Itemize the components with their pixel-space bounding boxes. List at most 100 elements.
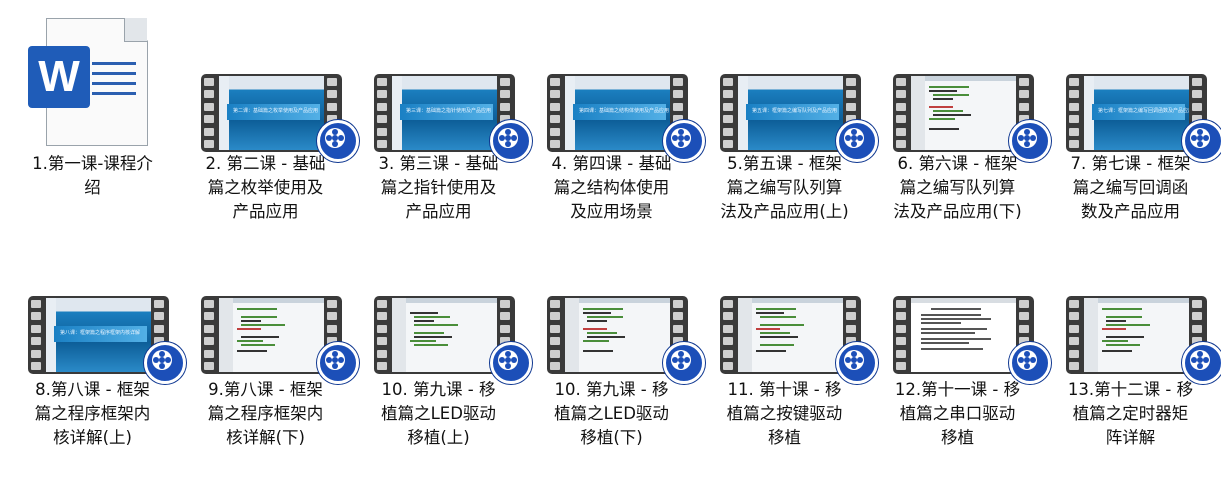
reel-hole	[153, 357, 159, 363]
sprocket-holes	[204, 300, 216, 370]
code-line	[410, 312, 438, 314]
file-name-line: 篇之结构体使用	[553, 178, 670, 197]
reel-hole	[1024, 129, 1030, 135]
code-line	[583, 350, 613, 352]
file-item[interactable]: 9.第八课 - 框架 篇之程序框架内 核详解(下)	[179, 224, 359, 454]
file-name-line: 植篇之定时器矩	[1072, 404, 1189, 423]
file-name[interactable]: 5.第五课 - 框架 篇之编写队列算 法及产品应用(上)	[698, 152, 871, 224]
sprocket-hole	[673, 324, 683, 333]
window-toolbar	[392, 298, 497, 303]
file-item[interactable]: 6. 第六课 - 框架 篇之编写队列算 法及产品应用(下)	[871, 0, 1051, 230]
file-item[interactable]: 第八课：框架篇之程序框架内核详解 8.第八课 - 框架 篇之程序框架内 核详解(上)	[6, 224, 186, 454]
file-name[interactable]: 8.第八课 - 框架 篇之程序框架内 核详解(上)	[6, 378, 179, 450]
reel-hole	[1018, 357, 1024, 363]
file-item[interactable]: 第五课：框架篇之编写队列及产品应用 5.第五课 - 框架 篇之编写队列算 法及产品应用…	[698, 0, 878, 230]
video-file-icon[interactable]	[374, 296, 532, 389]
window-toolbar	[738, 298, 843, 303]
sprocket-hole	[673, 102, 683, 111]
code-line	[756, 308, 796, 310]
video-file-icon[interactable]	[547, 296, 705, 389]
file-item[interactable]: 13.第十二课 - 移植篇之定时器矩 阵详解	[1044, 224, 1221, 454]
file-name[interactable]: 7. 第七课 - 框架 篇之编写回调函 数及产品应用	[1044, 152, 1217, 224]
file-name-line: 3. 第三课 - 基础	[378, 154, 499, 173]
video-file-icon[interactable]	[893, 296, 1051, 389]
file-item[interactable]: 10. 第九课 - 移植篇之LED驱动 移植(下)	[525, 224, 705, 454]
file-grid: W 1.第一课-课程介绍 第二课：基础篇之枚举使用及产品应用 2. 第二课 - 基础篇…	[0, 0, 1221, 481]
file-item[interactable]: 第四课：基础篇之结构体使用及产品应用 4. 第四课 - 基础 篇之结构体使用 及应用场…	[525, 0, 705, 230]
sprocket-hole	[204, 139, 214, 148]
code-line	[1102, 308, 1142, 310]
file-name[interactable]: 12.第十一课 - 移植篇之串口驱动 移植	[871, 378, 1044, 450]
reel-hole	[505, 351, 511, 357]
reel-icon	[1190, 350, 1210, 370]
file-name[interactable]: 13.第十二课 - 移植篇之定时器矩 阵详解	[1044, 378, 1217, 450]
file-name-line: 移植(下)	[580, 428, 643, 447]
sprocket-holes	[377, 300, 389, 370]
sprocket-hole	[723, 139, 733, 148]
file-item[interactable]: 第三课：基础篇之指针使用及产品应用 3. 第三课 - 基础 篇之指针使用及 产品应用	[352, 0, 532, 230]
video-file-icon[interactable]	[201, 296, 359, 389]
file-item[interactable]: 11. 第十课 - 移植篇之按键驱动 移植	[698, 224, 878, 454]
sprocket-hole	[550, 312, 560, 321]
sprocket-hole	[377, 90, 387, 99]
sprocket-hole	[723, 349, 733, 358]
reel-hole	[845, 357, 851, 363]
reel-icon	[1017, 350, 1037, 370]
sprocket-hole	[846, 102, 856, 111]
file-name[interactable]: 10. 第九课 - 移植篇之LED驱动 移植(上)	[352, 378, 525, 450]
reel-hole	[505, 129, 511, 135]
video-file-icon[interactable]: 第八课：框架篇之程序框架内核详解	[28, 296, 186, 389]
sprocket-hole	[1069, 78, 1079, 86]
file-item[interactable]: 第二课：基础篇之枚举使用及产品应用 2. 第二课 - 基础 篇之枚举使用及 产品应用	[179, 0, 359, 230]
sprocket-hole	[723, 312, 733, 321]
reel-icon	[498, 350, 518, 370]
video-thumbnail	[738, 298, 843, 372]
sprocket-hole	[377, 349, 387, 358]
file-item[interactable]: 10. 第九课 - 移植篇之LED驱动 移植(上)	[352, 224, 532, 454]
sprocket-hole	[1069, 115, 1079, 124]
file-name[interactable]: 3. 第三课 - 基础 篇之指针使用及 产品应用	[352, 152, 525, 224]
sprocket-hole	[846, 78, 856, 86]
reel-hole	[1024, 351, 1030, 357]
video-thumbnail: 第五课：框架篇之编写队列及产品应用	[738, 76, 843, 150]
video-thumbnail: 第四课：基础篇之结构体使用及产品应用	[565, 76, 670, 150]
code-line	[414, 344, 448, 346]
file-name[interactable]: 4. 第四课 - 基础 篇之结构体使用 及应用场景	[525, 152, 698, 224]
video-file-icon[interactable]	[1066, 296, 1221, 389]
reel-icon	[325, 128, 345, 148]
word-document-icon[interactable]: W	[28, 18, 148, 148]
sprocket-hole	[896, 127, 906, 136]
file-item[interactable]: 12.第十一课 - 移植篇之串口驱动 移植	[871, 224, 1051, 454]
file-name[interactable]: 6. 第六课 - 框架 篇之编写队列算 法及产品应用(下)	[871, 152, 1044, 224]
doc-line	[921, 328, 987, 330]
file-name[interactable]: 9.第八课 - 框架 篇之程序框架内 核详解(下)	[179, 378, 352, 450]
file-item[interactable]: W 1.第一课-课程介绍	[6, 0, 171, 230]
sprocket-hole	[204, 337, 214, 346]
video-file-icon[interactable]	[720, 296, 878, 389]
code-line	[237, 340, 263, 342]
reel-hole	[505, 141, 511, 147]
reel-hole	[326, 357, 332, 363]
code-line	[587, 316, 623, 318]
file-name[interactable]: 10. 第九课 - 移植篇之LED驱动 移植(下)	[525, 378, 698, 450]
sprocket-hole	[204, 349, 214, 358]
reel-hole	[505, 363, 511, 369]
sprocket-hole	[1192, 324, 1202, 333]
sprocket-hole	[896, 312, 906, 321]
sprocket-hole	[327, 312, 337, 321]
sprocket-hole	[154, 312, 164, 321]
code-line	[933, 110, 963, 112]
reel-hole	[1030, 135, 1036, 141]
file-name-line: 植篇之LED驱动	[381, 404, 496, 423]
file-name[interactable]: 1.第一课-课程介绍	[6, 152, 179, 200]
reel-icon	[325, 350, 345, 370]
sprocket-hole	[1069, 127, 1079, 136]
reel-hole	[1197, 351, 1203, 357]
project-tree	[392, 298, 406, 372]
file-name[interactable]: 11. 第十课 - 移植篇之按键驱动 移植	[698, 378, 871, 450]
file-item[interactable]: 第七课：框架篇之编写回调函数及产品应用 7. 第七课 - 框架 篇之编写回调函 数及产…	[1044, 0, 1221, 230]
sprocket-hole	[673, 78, 683, 86]
doc-line	[921, 338, 991, 340]
file-name[interactable]: 2. 第二课 - 基础 篇之枚举使用及 产品应用	[179, 152, 352, 224]
reel-hole	[511, 135, 517, 141]
